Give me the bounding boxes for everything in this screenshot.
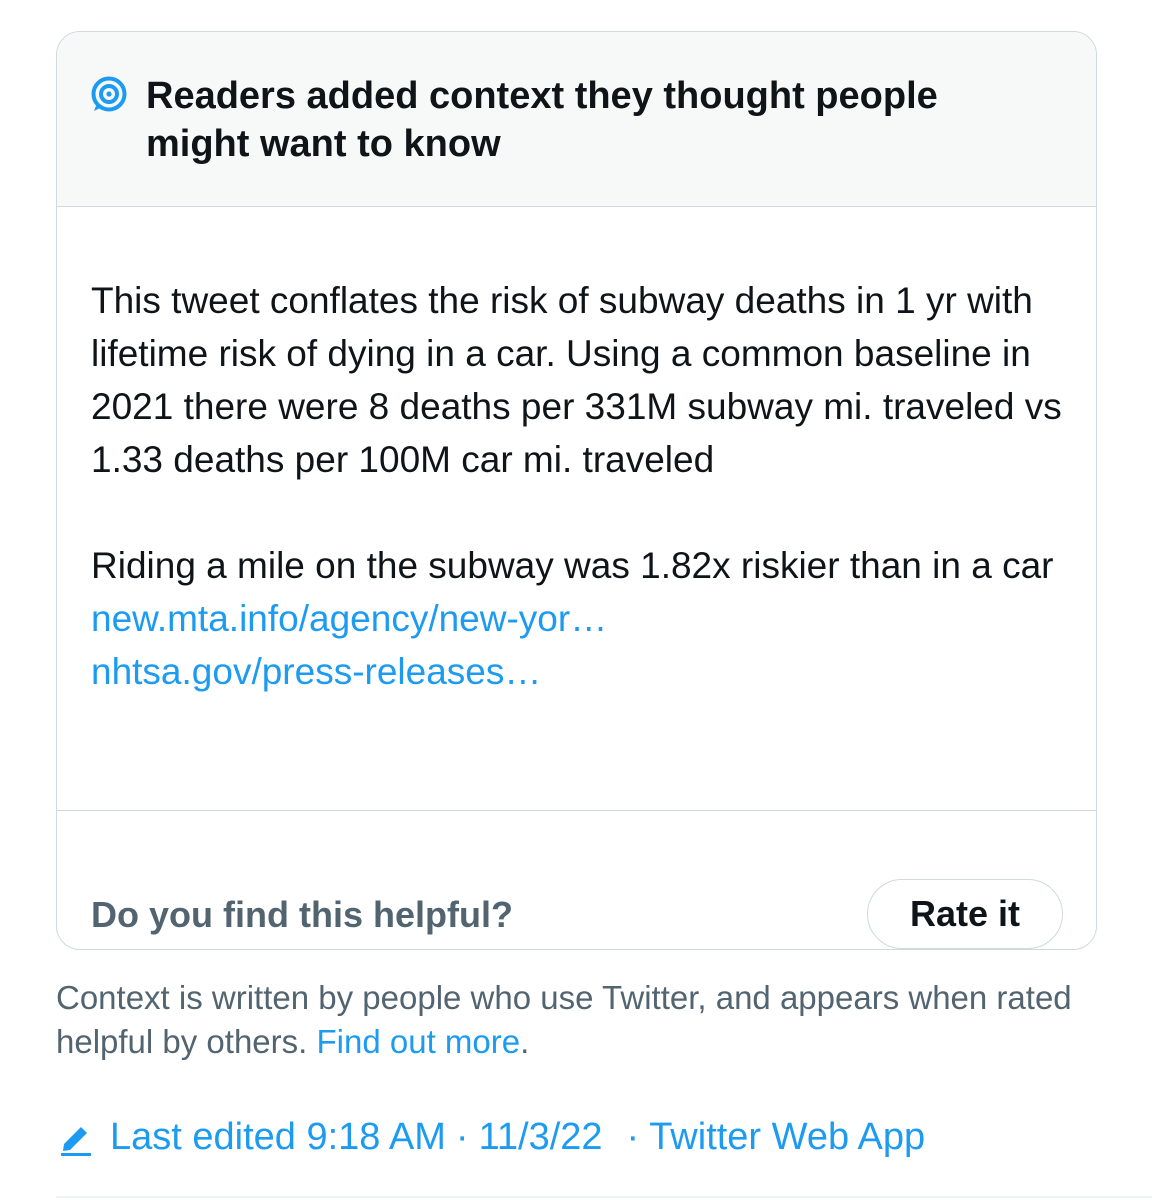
pencil-icon [56,1117,96,1157]
community-notes-icon [91,76,127,112]
note-source-link[interactable]: nhtsa.gov/press-releases… [91,645,1071,698]
divider [56,1196,1152,1198]
note-text-paragraph: Riding a mile on the subway was 1.82x ri… [91,545,1054,586]
rate-it-button[interactable]: Rate it [867,879,1063,949]
disclaimer-period: . [520,1023,530,1060]
last-edited-label[interactable]: Last edited 9:18 AM [110,1116,446,1159]
separator-dot: · [626,1115,640,1158]
source-app-link[interactable]: Twitter Web App [649,1116,925,1159]
find-out-more-link[interactable]: Find out more [317,1023,521,1060]
last-edited-date[interactable]: 11/3/22 [479,1116,603,1159]
separator-dot: · [455,1115,469,1158]
note-body: This tweet conflates the risk of subway … [91,274,1071,698]
note-header: Readers added context they thought peopl… [57,32,1096,207]
last-edited-row[interactable]: Last edited 9:18 AM · 11/3/22 · Twitter … [56,1110,1136,1164]
community-note-card: Readers added context they thought peopl… [56,31,1097,950]
note-text-paragraph: This tweet conflates the risk of subway … [91,280,1062,480]
disclaimer-text: Context is written by people who use Twi… [56,979,1072,1060]
note-source-link[interactable]: new.mta.info/agency/new-yor… [91,592,1071,645]
helpful-question: Do you find this helpful? [91,894,513,935]
note-header-title: Readers added context they thought peopl… [146,75,938,165]
context-disclaimer: Context is written by people who use Twi… [56,976,1116,1064]
note-footer: Do you find this helpful? Rate it [57,810,1096,949]
